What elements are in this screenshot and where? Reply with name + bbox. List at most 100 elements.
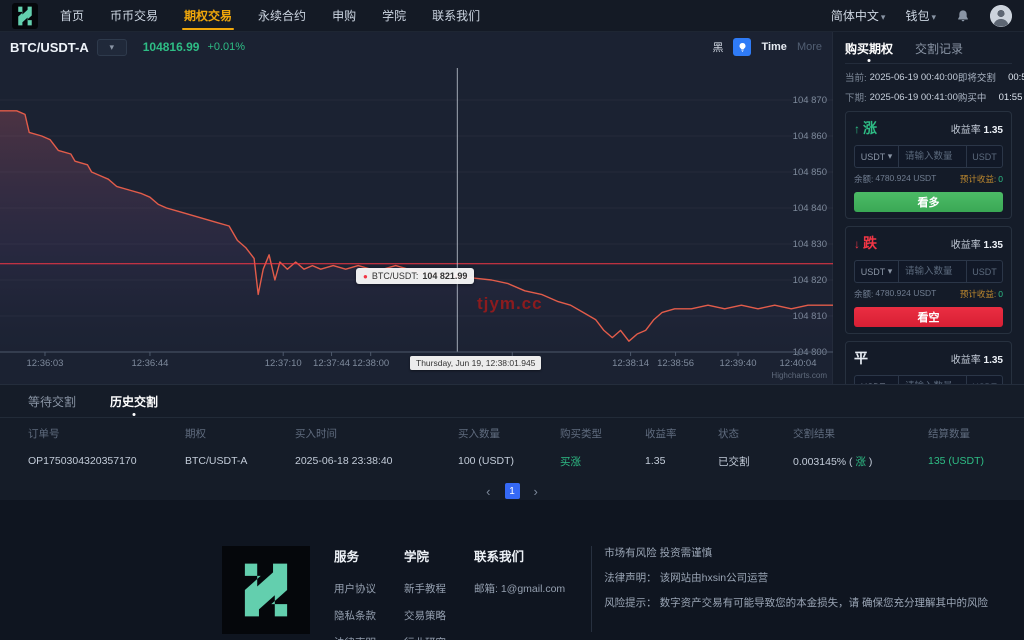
link-user-agreement[interactable]: 用户协议 <box>334 581 382 596</box>
nav-item-perpetual[interactable]: 永续合约 <box>258 0 306 31</box>
nav-item-options[interactable]: 期权交易 <box>184 0 232 31</box>
chart-canvas[interactable]: 104 870104 860104 850104 840104 830104 8… <box>0 62 833 384</box>
order-panel: 购买期权 交割记录 当前: 2025-06-19 00:40:00 即将交割 0… <box>833 32 1024 384</box>
chart-credit[interactable]: Highcharts.com <box>771 371 827 380</box>
link-privacy[interactable]: 隐私条款 <box>334 608 382 623</box>
next-countdown: 01:55 <box>996 92 1022 103</box>
col-type: 购买类型 <box>560 426 645 441</box>
cell-rate: 1.35 <box>645 455 718 467</box>
next-time: 2025-06-19 00:41:00 <box>870 92 958 103</box>
contact-email: 邮箱: 1@gmail.com <box>474 581 565 596</box>
svg-text:12:37:44: 12:37:44 <box>313 358 350 369</box>
symbol-label: BTC/USDT-A <box>10 40 89 55</box>
currency-dropdown[interactable]: USDT ▾ <box>855 261 899 282</box>
svg-text:12:38:14: 12:38:14 <box>612 358 649 369</box>
language-selector[interactable]: 简体中文▾ <box>831 7 886 24</box>
cell-result: 0.003145% ( 涨 ) <box>793 454 928 469</box>
balance-value: 4780.924 USDT <box>875 288 936 300</box>
next-page-button[interactable]: › <box>534 485 538 498</box>
chart-toolbar: 黑 Time More <box>712 38 822 56</box>
price-chart[interactable]: 104 870104 860104 850104 840104 830104 8… <box>0 62 833 384</box>
current-time: 2025-06-19 00:40:00 <box>870 72 958 83</box>
nav-item-home[interactable]: 首页 <box>60 0 84 31</box>
nav-item-subscribe[interactable]: 申购 <box>332 0 356 31</box>
nav-item-contact[interactable]: 联系我们 <box>432 0 480 31</box>
prev-page-button[interactable]: ‹ <box>486 485 490 498</box>
svg-text:104 830: 104 830 <box>793 239 827 250</box>
symbol-dropdown[interactable]: ▾ <box>97 39 127 56</box>
direction-up-label: ↑涨 <box>854 118 877 138</box>
language-label: 简体中文 <box>831 9 879 23</box>
balance-label: 余额: <box>854 173 873 185</box>
amount-input[interactable] <box>899 261 966 282</box>
link-trading-strategy[interactable]: 交易策略 <box>404 608 452 623</box>
page-1-button[interactable]: 1 <box>505 483 520 499</box>
more-button[interactable]: More <box>797 41 822 53</box>
tab-history-delivery[interactable]: 历史交割 <box>110 393 158 410</box>
unit-label: USDT <box>966 146 1002 167</box>
footer-col-title: 服务 <box>334 546 382 565</box>
link-legal[interactable]: 法律声明 <box>334 635 382 640</box>
link-beginner-tutorial[interactable]: 新手教程 <box>404 581 452 596</box>
col-amount: 买入数量 <box>458 426 560 441</box>
expected-profit: 预计收益:0 <box>960 173 1003 185</box>
cell-settlement: 135 (USDT) <box>928 455 996 467</box>
cell-status: 已交割 <box>718 454 793 469</box>
amount-input[interactable] <box>899 146 966 167</box>
indicator-bulb-button[interactable] <box>733 38 751 56</box>
bet-card-flat: 平 收益率 1.35 USDT ▾ USDT 余额: 4780.924 USDT… <box>845 341 1012 384</box>
tab-delivery-record[interactable]: 交割记录 <box>915 40 963 57</box>
tooltip-value: 104 821.99 <box>422 271 467 281</box>
svg-text:104 850: 104 850 <box>793 167 827 178</box>
time-mode-button[interactable]: Time <box>761 41 786 53</box>
svg-text:12:40:04: 12:40:04 <box>780 358 817 369</box>
currency-dropdown[interactable]: USDT ▾ <box>855 376 899 384</box>
buy-up-button[interactable]: 看多 <box>854 192 1003 212</box>
notification-bell-icon[interactable] <box>956 9 970 23</box>
chevron-down-icon: ▾ <box>888 266 893 277</box>
col-order-id: 订单号 <box>28 426 185 441</box>
current-countdown: 00:55 <box>1006 72 1024 83</box>
footer-col-service: 服务 用户协议 隐私条款 法律声明 <box>334 546 382 640</box>
page-footer: 服务 用户协议 隐私条款 法律声明 学院 新手教程 交易策略 行业研究 联系我们… <box>0 500 1024 640</box>
chart-header: BTC/USDT-A ▾ 104816.99 +0.01% 黑 Time Mor… <box>0 32 832 62</box>
amount-input-row: USDT ▾ USDT <box>854 145 1003 168</box>
risk-warning-short: 市场有风险 投资需谨慎 <box>604 546 1024 562</box>
chart-tooltip: ● BTC/USDT: 104 821.99 <box>356 268 474 284</box>
main-menu: 首页 币币交易 期权交易 永续合约 申购 学院 联系我们 <box>60 0 480 31</box>
current-status: 即将交割 <box>958 70 996 84</box>
orders-section: 等待交割 历史交割 订单号 期权 买入时间 买入数量 购买类型 收益率 状态 交… <box>0 384 1024 500</box>
svg-text:104 840: 104 840 <box>793 203 827 214</box>
theme-toggle[interactable]: 黑 <box>712 39 723 55</box>
wallet-menu[interactable]: 钱包▾ <box>905 7 936 24</box>
currency-dropdown[interactable]: USDT ▾ <box>855 146 899 167</box>
balance-row: 余额: 4780.924 USDT 预计收益:0 <box>854 288 1003 300</box>
table-header-row: 订单号 期权 买入时间 买入数量 购买类型 收益率 状态 交割结果 结算数量 <box>28 418 996 448</box>
footer-columns: 服务 用户协议 隐私条款 法律声明 学院 新手教程 交易策略 行业研究 联系我们… <box>334 546 565 640</box>
legal-statement: 法律声明： 该网站由hxsin公司运营 <box>604 571 1024 587</box>
current-label: 当前: <box>845 70 867 84</box>
svg-text:104 870: 104 870 <box>793 95 827 106</box>
amount-input[interactable] <box>899 376 966 384</box>
bet-card-up-header: ↑涨 收益率 1.35 <box>854 118 1003 138</box>
rate-label: 收益率 1.35 <box>951 121 1003 136</box>
next-label: 下期: <box>845 90 867 104</box>
chevron-down-icon: ▾ <box>931 12 936 22</box>
tab-waiting-delivery[interactable]: 等待交割 <box>28 393 76 410</box>
bet-card-down: ↓跌 收益率 1.35 USDT ▾ USDT 余额: 4780.924 USD… <box>845 226 1012 334</box>
nav-item-academy[interactable]: 学院 <box>382 0 406 31</box>
brand-logo-icon[interactable] <box>12 3 38 29</box>
cell-option: BTC/USDT-A <box>185 455 295 467</box>
footer-divider <box>591 546 592 632</box>
last-price: 104816.99 <box>143 40 200 54</box>
user-avatar[interactable] <box>990 5 1012 27</box>
rate-label: 收益率 1.35 <box>951 351 1003 366</box>
buy-down-button[interactable]: 看空 <box>854 307 1003 327</box>
nav-item-spot[interactable]: 币币交易 <box>110 0 158 31</box>
next-status: 购买中 <box>958 90 987 104</box>
tab-buy-option[interactable]: 购买期权 <box>845 40 893 57</box>
link-industry-research[interactable]: 行业研究 <box>404 635 452 640</box>
chart-panel: BTC/USDT-A ▾ 104816.99 +0.01% 黑 Time Mor… <box>0 32 833 384</box>
col-status: 状态 <box>718 426 793 441</box>
order-panel-tabs: 购买期权 交割记录 <box>845 36 1012 64</box>
